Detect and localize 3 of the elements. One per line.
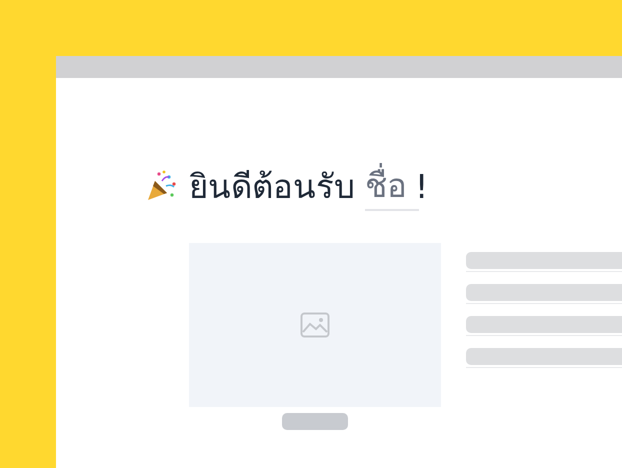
welcome-text: ยินดีต้อนรับ [189, 170, 355, 202]
name-field[interactable]: ชื่อ [365, 161, 419, 211]
image-icon [300, 312, 330, 338]
